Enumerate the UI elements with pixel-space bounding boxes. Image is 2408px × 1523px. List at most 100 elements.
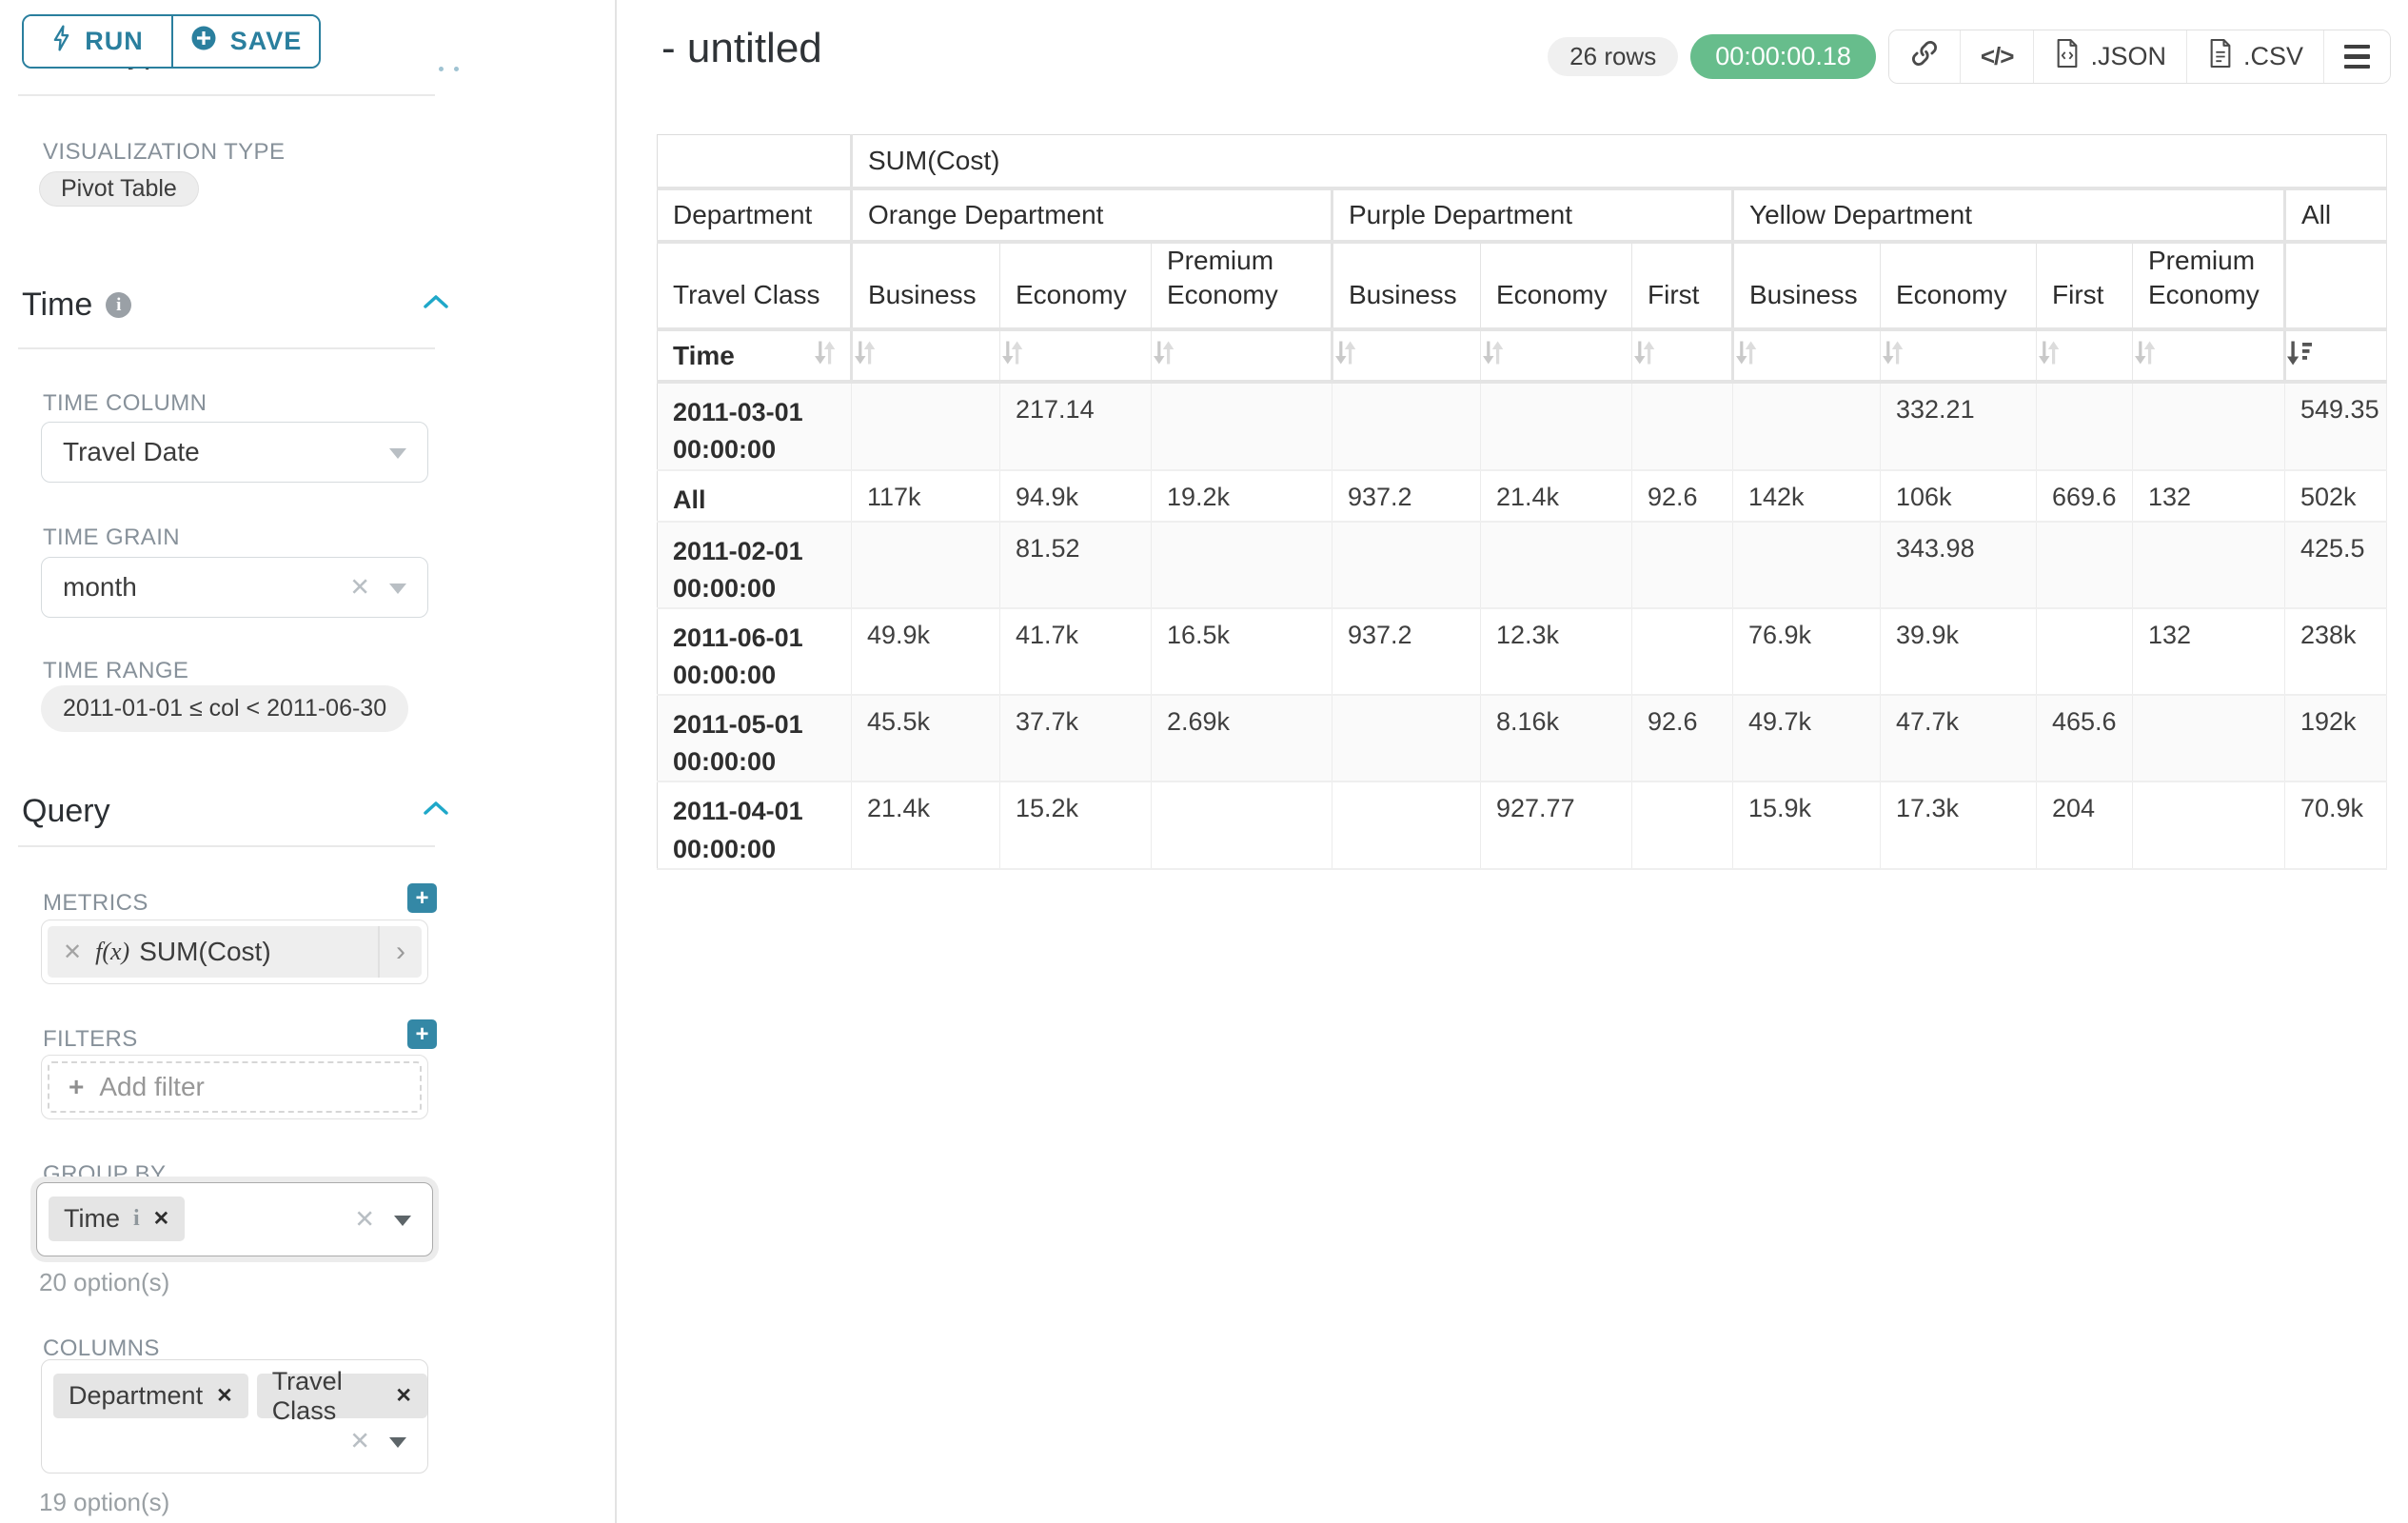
sort-cell[interactable] [1332,329,1481,382]
section-divider [18,94,435,96]
function-icon: f(x) [95,938,129,966]
info-icon: i [133,1206,140,1232]
time-grain-select[interactable]: month ✕ [41,557,428,618]
export-csv-button[interactable]: .CSV [2186,30,2323,83]
group-by-select[interactable]: Time i ✕ ✕ [36,1182,433,1256]
sort-cell[interactable] [1881,329,2037,382]
sort-cell[interactable] [1152,329,1332,382]
remove-chip-icon[interactable]: ✕ [153,1207,170,1231]
value-cell [852,382,1000,469]
add-filter-label: Add filter [99,1072,205,1102]
add-metric-button[interactable]: + [407,883,437,913]
value-cell [1632,522,1733,608]
metrics-container: ✕ f(x) SUM(Cost) › [41,920,428,984]
value-cell [1332,695,1481,781]
hamburger-menu-icon [2344,45,2370,69]
time-range-pill[interactable]: 2011-01-01 ≤ col < 2011-06-30 [41,685,408,732]
metric-chip[interactable]: ✕ f(x) SUM(Cost) › [48,926,422,978]
value-cell [1152,522,1332,608]
share-link-button[interactable] [1889,30,1960,83]
save-button-label: SAVE [230,27,303,56]
remove-chip-icon[interactable]: ✕ [216,1384,233,1408]
row-label: All [658,470,852,522]
time-column-select[interactable]: Travel Date [41,422,428,483]
value-cell: 92.6 [1632,695,1733,781]
sort-cell[interactable] [1481,329,1632,382]
col-header: Economy [1000,242,1152,330]
add-filter-button[interactable]: + Add filter [48,1061,422,1113]
sort-cell[interactable] [852,329,1000,382]
clear-icon[interactable]: ✕ [349,1426,370,1455]
chevron-down-icon [389,583,406,594]
sort-cell[interactable] [2133,329,2285,382]
time-section-title: Time [22,287,92,324]
pivot-table-container: SUM(Cost) Department Orange Department P… [657,134,2387,870]
table-row: 2011-03-01 00:00:00217.14332.21549.35 [658,382,2387,469]
view-query-button[interactable]: </> [1960,30,2034,83]
run-save-button-group: RUN SAVE [22,14,321,69]
chevron-up-icon[interactable] [422,292,450,316]
value-cell: 669.6 [2037,470,2133,522]
department-header-row: Department Orange Department Purple Depa… [658,188,2387,242]
chevron-up-icon[interactable] [422,799,450,822]
time-grain-label: TIME GRAIN [43,524,180,551]
chart-title: - untitled [661,25,822,72]
chevron-down-icon [394,1216,411,1226]
remove-chip-icon[interactable]: ✕ [395,1384,412,1408]
value-cell: 2.69k [1152,695,1332,781]
sort-cell-time[interactable]: Time [658,329,852,382]
value-cell: 19.2k [1152,470,1332,522]
table-row: 2011-04-01 00:00:0021.4k15.2k927.7715.9k… [658,781,2387,868]
value-cell: 49.7k [1733,695,1881,781]
panel-resize-handle-dot[interactable] [454,67,459,71]
table-row: 2011-06-01 00:00:0049.9k41.7k16.5k937.21… [658,608,2387,695]
panel-resize-handle-dot[interactable] [439,67,444,71]
query-timer-badge: 00:00:00.18 [1690,34,1876,79]
travel-class-dim-label: Travel Class [658,242,852,330]
columns-chip-travel-class[interactable]: Travel Class ✕ [257,1374,427,1418]
col-header: Premium Economy [2133,242,2285,330]
save-button[interactable]: SAVE [171,16,319,67]
viz-type-label: VISUALIZATION TYPE [43,139,285,166]
sort-cell[interactable] [1733,329,1881,382]
add-filter-plus-button[interactable]: + [407,1019,437,1049]
group-by-chip-time[interactable]: Time i ✕ [49,1197,185,1241]
value-cell: 937.2 [1332,608,1481,695]
section-divider [18,845,435,847]
controls-panel: Chart Type RUN SAVE VISUALIZATION TYPE P… [0,0,617,1523]
columns-select[interactable]: Department ✕ Travel Class ✕ ✕ [41,1359,428,1474]
value-cell: 41.7k [1000,608,1152,695]
value-cell: 45.5k [852,695,1000,781]
filters-container: + Add filter [41,1055,428,1119]
sort-cell[interactable] [1632,329,1733,382]
table-row: 2011-05-01 00:00:0045.5k37.7k2.69k8.16k9… [658,695,2387,781]
menu-button[interactable] [2323,30,2390,83]
sort-cell[interactable] [1000,329,1152,382]
value-cell [2037,382,2133,469]
sort-cell[interactable] [2037,329,2133,382]
value-cell: 465.6 [2037,695,2133,781]
query-section-header: Query [22,793,435,830]
chevron-right-icon[interactable]: › [378,926,422,978]
link-icon [1909,38,1940,75]
row-label: 2011-06-01 00:00:00 [658,608,852,695]
export-json-button[interactable]: .JSON [2033,30,2186,83]
metric-header-row: SUM(Cost) [658,135,2387,188]
sort-cell[interactable] [2285,329,2387,382]
value-cell: 106k [1881,470,2037,522]
run-button[interactable]: RUN [24,16,171,67]
col-header: Business [1733,242,1881,330]
clear-icon[interactable]: ✕ [349,573,370,603]
columns-chip-department[interactable]: Department ✕ [53,1374,248,1418]
pivot-table: SUM(Cost) Department Orange Department P… [657,134,2387,870]
value-cell: 204 [2037,781,2133,868]
viz-type-pill[interactable]: Pivot Table [39,171,199,207]
department-dim-label: Department [658,188,852,242]
value-cell [2133,382,2285,469]
value-cell: 142k [1733,470,1881,522]
remove-metric-icon[interactable]: ✕ [48,939,95,966]
col-header: Business [1332,242,1481,330]
value-cell [2133,522,2285,608]
clear-icon[interactable]: ✕ [354,1205,375,1235]
run-button-label: RUN [85,27,144,56]
